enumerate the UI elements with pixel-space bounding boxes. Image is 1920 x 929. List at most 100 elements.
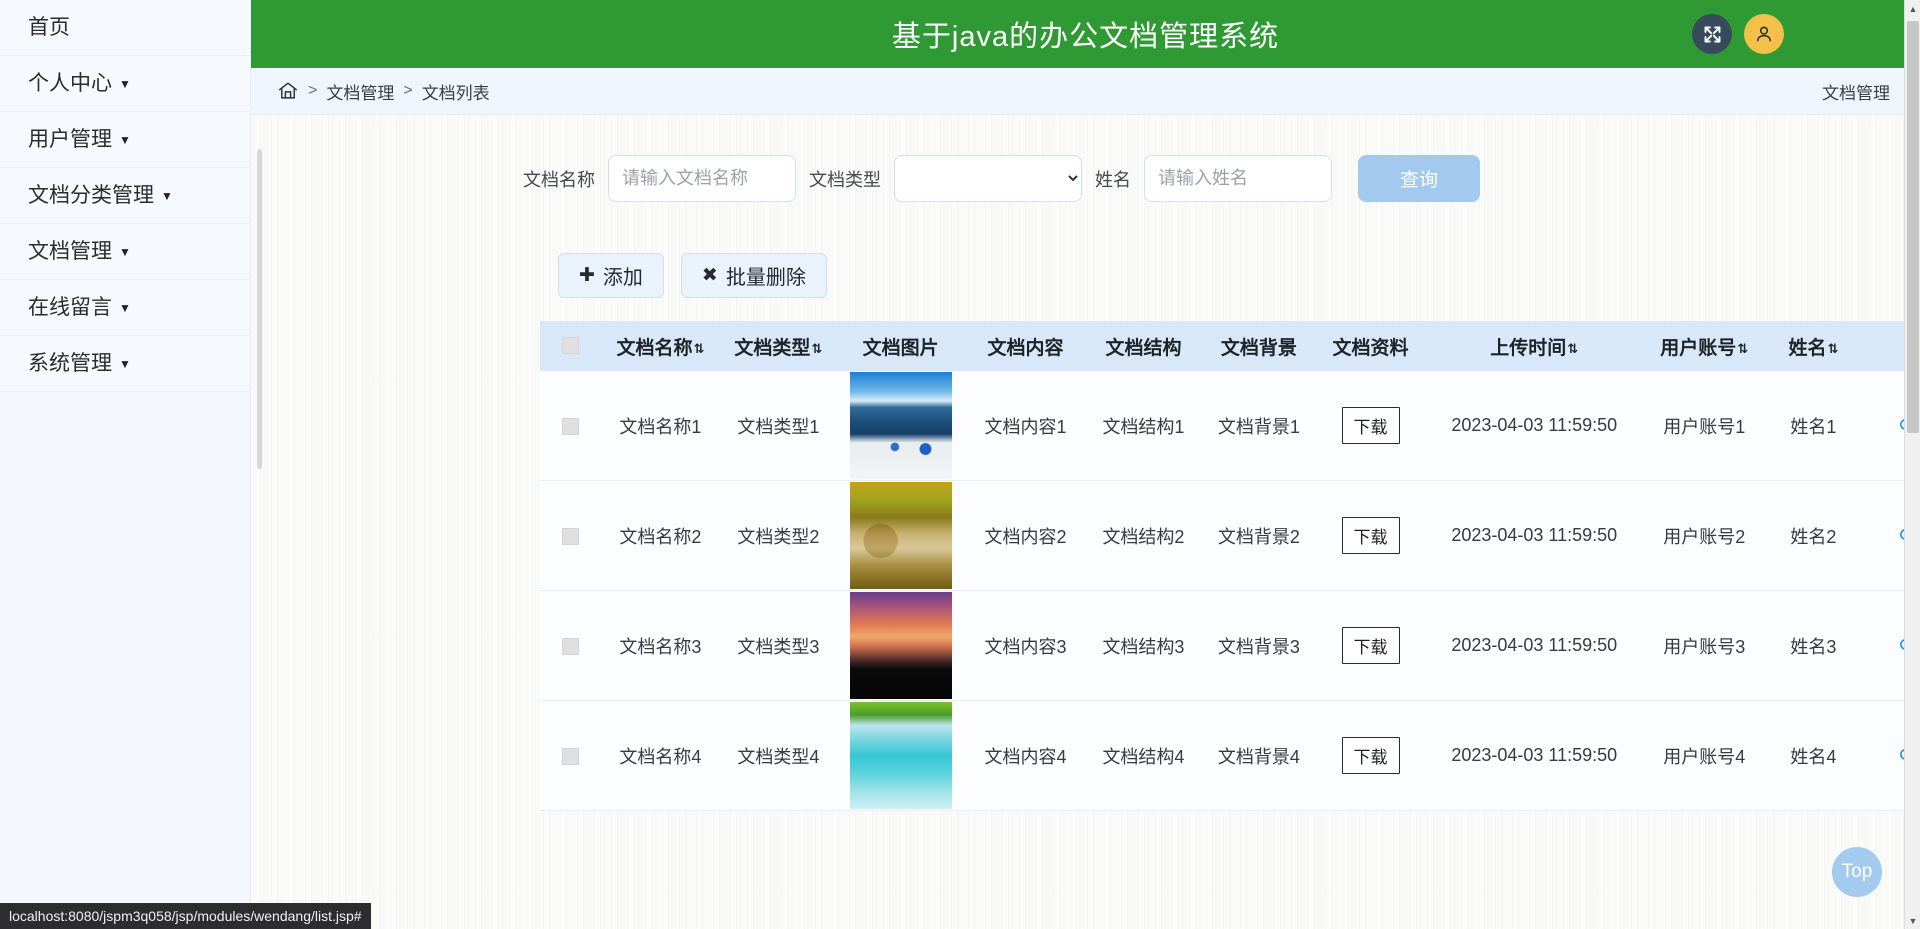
doc-type-select[interactable] — [894, 155, 1082, 202]
autumn-forest-path-thumbnail[interactable] — [849, 482, 952, 589]
column-header-account[interactable]: 用户账号⇅ — [1644, 321, 1765, 371]
sort-arrows-icon[interactable]: ⇅ — [1737, 341, 1748, 357]
cell-doc-background: 文档背景3 — [1201, 590, 1317, 701]
person-name-label: 姓名 — [1095, 169, 1131, 190]
cell-person-name: 姓名1 — [1764, 371, 1863, 481]
breadcrumb-item-doc-management[interactable]: 文档管理 — [326, 79, 394, 104]
row-checkbox[interactable] — [561, 747, 579, 765]
column-header-structure: 文档结构 — [1085, 321, 1202, 371]
row-checkbox[interactable] — [561, 417, 579, 435]
app-header: 基于java的办公文档管理系统 — [251, 0, 1920, 68]
sidebar-item-1[interactable]: 个人中心 ▼ — [0, 56, 250, 112]
cell-upload-time: 2023-04-03 11:59:50 — [1424, 480, 1645, 591]
sunset-silhouette-thumbnail[interactable] — [849, 592, 952, 699]
page-scrollbar[interactable]: ▲ ▼ — [1904, 0, 1920, 929]
scrollbar-up-arrow-icon[interactable]: ▲ — [1905, 0, 1920, 17]
doc-type-label: 文档类型 — [809, 169, 881, 190]
cell-person-name: 姓名2 — [1764, 480, 1863, 591]
column-header-name[interactable]: 文档名称⇅ — [600, 321, 721, 371]
chevron-down-icon: ▼ — [119, 133, 131, 148]
breadcrumb-separator-2: > — [403, 82, 413, 99]
cell-doc-structure: 文档结构1 — [1085, 371, 1202, 481]
cell-doc-background: 文档背景1 — [1201, 371, 1317, 481]
column-header-label: 上传时间 — [1490, 337, 1567, 359]
user-avatar-icon[interactable] — [1744, 14, 1784, 54]
sidebar-item-3[interactable]: 文档分类管理 ▼ — [0, 168, 250, 224]
doc-name-input[interactable] — [608, 155, 796, 202]
column-header-label: 文档内容 — [987, 337, 1064, 359]
sort-arrows-icon[interactable]: ⇅ — [1567, 341, 1578, 357]
row-checkbox-cell — [540, 480, 601, 591]
cell-user-account: 用户账号4 — [1644, 700, 1765, 811]
chevron-down-icon: ▼ — [119, 77, 131, 92]
cell-doc-type: 文档类型1 — [720, 371, 837, 481]
row-checkbox[interactable] — [561, 527, 579, 545]
download-button[interactable]: 下载 — [1341, 407, 1400, 444]
download-button[interactable]: 下载 — [1341, 517, 1400, 554]
table-head: 文档名称⇅ 文档类型⇅ 文档图片 文档内容 文档结构 文档背景 文档资料 上传时间⇅ 用户账号⇅… — [540, 321, 1920, 371]
sidebar: 首页 个人中心 ▼ 用户管理 ▼ 文档分类管理 ▼ 文档管理 ▼ 在线留言 ▼ 系统管理 ▼ — [0, 0, 251, 929]
chevron-down-icon: ▼ — [161, 189, 173, 204]
select-all-checkbox[interactable] — [561, 337, 579, 355]
sidebar-item-2[interactable]: 用户管理 ▼ — [0, 112, 250, 168]
cell-doc-name: 文档名称4 — [600, 700, 721, 811]
column-header-label: 文档名称 — [616, 337, 693, 359]
tropical-beach-thumbnail[interactable] — [849, 702, 952, 809]
column-header-content: 文档内容 — [965, 321, 1086, 371]
cell-doc-file: 下载 — [1316, 590, 1425, 701]
cell-doc-image — [836, 590, 966, 701]
column-header-uploaded[interactable]: 上传时间⇅ — [1424, 321, 1645, 371]
home-icon[interactable] — [277, 80, 299, 102]
column-header-label: 文档图片 — [862, 337, 939, 359]
sort-arrows-icon[interactable]: ⇅ — [693, 341, 704, 357]
scrollbar-down-arrow-icon[interactable]: ▼ — [1905, 912, 1920, 929]
table-toolbar: ✚ 添加 ✖ 批量删除 — [251, 253, 1920, 298]
breadcrumb: > 文档管理 > 文档列表 文档管理 — [251, 68, 1920, 115]
cell-doc-content: 文档内容4 — [965, 700, 1086, 811]
cell-doc-background: 文档背景4 — [1201, 700, 1317, 811]
sidebar-item-6[interactable]: 系统管理 ▼ — [0, 336, 250, 392]
column-header-label: 用户账号 — [1660, 337, 1737, 359]
breadcrumb-item-doc-list[interactable]: 文档列表 — [422, 79, 490, 104]
cell-upload-time: 2023-04-03 11:59:50 — [1424, 700, 1645, 811]
batch-delete-button-label: 批量删除 — [725, 267, 806, 289]
column-header-type[interactable]: 文档类型⇅ — [720, 321, 837, 371]
cell-doc-name: 文档名称2 — [600, 480, 721, 591]
row-checkbox-cell — [540, 371, 601, 481]
batch-delete-button[interactable]: ✖ 批量删除 — [680, 253, 827, 298]
table-header-row: 文档名称⇅ 文档类型⇅ 文档图片 文档内容 文档结构 文档背景 文档资料 上传时间⇅ 用户账号⇅… — [540, 321, 1920, 371]
sort-arrows-icon[interactable]: ⇅ — [811, 341, 822, 357]
fullscreen-expand-icon[interactable] — [1692, 14, 1732, 54]
content-area: 文档名称 文档类型 姓名 查询 ✚ 添加 ✖ 批量删除 — [251, 115, 1920, 929]
sidebar-item-label: 文档分类管理 — [28, 184, 154, 207]
table-body: 文档名称1 文档类型1 文档内容1 文档结构1 文档背景1 下载 2023-04-03 11… — [540, 371, 1920, 811]
doc-name-label: 文档名称 — [523, 169, 595, 190]
page-scrollbar-thumb[interactable] — [1907, 21, 1919, 433]
sidebar-item-label: 在线留言 — [28, 296, 112, 319]
cell-doc-file: 下载 — [1316, 480, 1425, 591]
add-button[interactable]: ✚ 添加 — [558, 253, 664, 298]
person-name-input[interactable] — [1144, 155, 1332, 202]
documents-table: 文档名称⇅ 文档类型⇅ 文档图片 文档内容 文档结构 文档背景 文档资料 上传时间⇅ 用户账号⇅… — [540, 321, 1920, 811]
query-button[interactable]: 查询 — [1358, 155, 1480, 202]
cell-person-name: 姓名3 — [1764, 590, 1863, 701]
close-x-icon: ✖ — [701, 265, 718, 286]
cell-doc-background: 文档背景2 — [1201, 480, 1317, 591]
cell-doc-content: 文档内容2 — [965, 480, 1086, 591]
sidebar-item-4[interactable]: 文档管理 ▼ — [0, 224, 250, 280]
cell-doc-file: 下载 — [1316, 700, 1425, 811]
download-button[interactable]: 下载 — [1341, 737, 1400, 774]
sort-arrows-icon[interactable]: ⇅ — [1827, 341, 1838, 357]
sidebar-item-5[interactable]: 在线留言 ▼ — [0, 280, 250, 336]
column-header-person[interactable]: 姓名⇅ — [1764, 321, 1863, 371]
scroll-to-top-button[interactable]: Top — [1832, 847, 1882, 897]
cell-doc-name: 文档名称3 — [600, 590, 721, 701]
row-checkbox[interactable] — [561, 637, 579, 655]
sidebar-item-0[interactable]: 首页 — [0, 0, 250, 56]
download-button[interactable]: 下载 — [1341, 627, 1400, 664]
breadcrumb-separator-1: > — [308, 82, 318, 99]
app-root: 首页 个人中心 ▼ 用户管理 ▼ 文档分类管理 ▼ 文档管理 ▼ 在线留言 ▼ 系统管理 ▼ 基于jav… — [0, 0, 1920, 929]
santorini-blue-domes-thumbnail[interactable] — [849, 372, 952, 479]
cell-doc-image — [836, 700, 966, 811]
inner-scrollbar-thumb[interactable] — [257, 149, 262, 469]
